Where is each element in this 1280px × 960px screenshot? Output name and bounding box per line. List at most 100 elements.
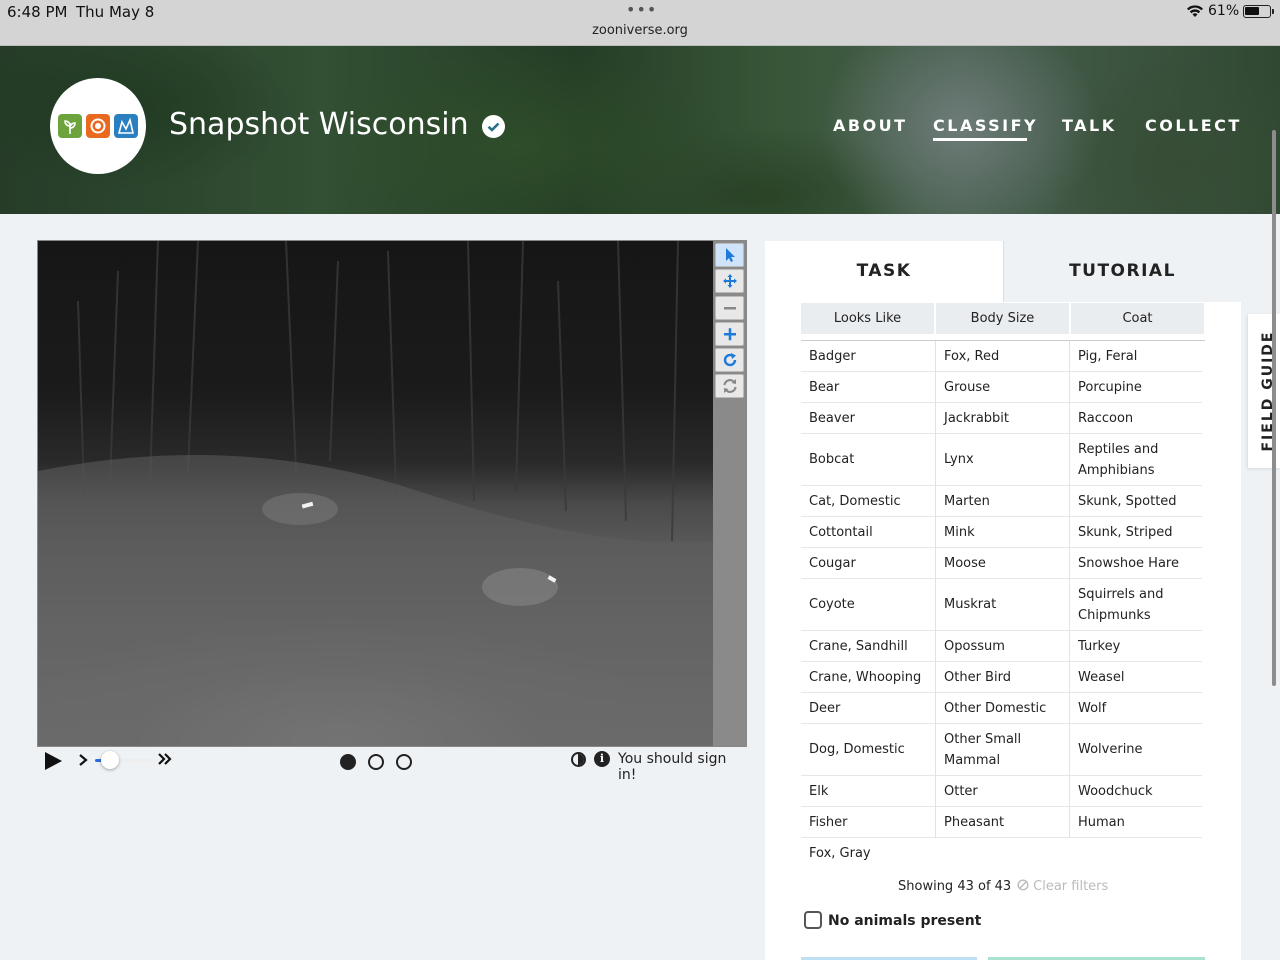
choice-fisher[interactable]: Fisher (801, 807, 935, 838)
choice-label: Otter (944, 783, 978, 799)
choice-fox-red[interactable]: Fox, Red (936, 341, 1069, 372)
project-logo[interactable] (50, 78, 146, 174)
choice-opossum[interactable]: Opossum (936, 631, 1069, 662)
contrast-icon[interactable] (571, 752, 586, 767)
choice-pig-feral[interactable]: Pig, Feral (1070, 341, 1202, 372)
choice-label: Pheasant (944, 814, 1005, 830)
choice-other-small-mammal[interactable]: Other Small Mammal (936, 724, 1069, 776)
no-animals-label[interactable]: No animals present (828, 913, 981, 929)
camera-trap-photo[interactable] (38, 241, 713, 746)
viewer-toolbar (713, 241, 746, 746)
choice-reptiles-and-amphibians[interactable]: Reptiles and Amphibians (1070, 434, 1202, 486)
page-scrollbar[interactable] (1272, 130, 1276, 686)
choice-human[interactable]: Human (1070, 807, 1202, 838)
frame-dot-2[interactable] (368, 754, 384, 770)
choice-pheasant[interactable]: Pheasant (936, 807, 1069, 838)
choice-porcupine[interactable]: Porcupine (1070, 372, 1202, 403)
choice-column-1: Badger Bear Beaver Bobcat Cat, Domestic Cotto… (801, 341, 935, 869)
choice-raccoon[interactable]: Raccoon (1070, 403, 1202, 434)
fast-forward-icon[interactable] (157, 751, 173, 767)
choice-moose[interactable]: Moose (936, 548, 1069, 579)
choice-label: Jackrabbit (944, 410, 1009, 426)
choice-label: Crane, Whooping (809, 669, 922, 685)
choice-lynx[interactable]: Lynx (936, 434, 1069, 486)
logo-plant-icon (58, 114, 82, 138)
logo-water-icon (114, 114, 138, 138)
play-icon[interactable] (43, 751, 63, 771)
choice-skunk-spotted[interactable]: Skunk, Spotted (1070, 486, 1202, 517)
no-animals-checkbox[interactable] (804, 911, 822, 929)
nav-collect[interactable]: COLLECT (1145, 116, 1242, 135)
choice-elk[interactable]: Elk (801, 776, 935, 807)
wifi-icon (1187, 5, 1203, 17)
choice-label: Moose (944, 555, 986, 571)
tab-tutorial[interactable]: TUTORIAL (1003, 241, 1241, 302)
choice-coyote[interactable]: Coyote (801, 579, 935, 631)
zoom-in-tool[interactable] (715, 322, 744, 346)
ios-status-bar: 6:48 PM Thu May 8 ••• zooniverse.org 61% (0, 0, 1280, 46)
choice-other-bird[interactable]: Other Bird (936, 662, 1069, 693)
choice-dog-domestic[interactable]: Dog, Domestic (801, 724, 935, 776)
subject-viewer (37, 240, 747, 747)
choice-squirrels-and-chipmunks[interactable]: Squirrels and Chipmunks (1070, 579, 1202, 631)
choice-cat-domestic[interactable]: Cat, Domestic (801, 486, 935, 517)
filter-coat[interactable]: Coat (1071, 303, 1204, 334)
choice-label: Squirrels and Chipmunks (1078, 586, 1164, 623)
choice-deer[interactable]: Deer (801, 693, 935, 724)
choice-cottontail[interactable]: Cottontail (801, 517, 935, 548)
choice-otter[interactable]: Otter (936, 776, 1069, 807)
status-time: 6:48 PM (7, 3, 68, 21)
rotate-tool[interactable] (715, 348, 744, 372)
nav-talk[interactable]: TALK (1062, 116, 1117, 135)
clear-filter-icon (1017, 879, 1029, 891)
nav-about[interactable]: ABOUT (833, 116, 908, 135)
pan-tool[interactable] (715, 269, 744, 293)
choice-bobcat[interactable]: Bobcat (801, 434, 935, 486)
frame-dot-3[interactable] (396, 754, 412, 770)
choice-label: Fisher (809, 814, 848, 830)
choice-crane-sandhill[interactable]: Crane, Sandhill (801, 631, 935, 662)
multitasking-dots-icon[interactable]: ••• (626, 0, 657, 19)
choice-bear[interactable]: Bear (801, 372, 935, 403)
filter-looks-like[interactable]: Looks Like (801, 303, 934, 334)
playback-speed-knob[interactable] (101, 751, 119, 769)
choice-crane-whooping[interactable]: Crane, Whooping (801, 662, 935, 693)
choice-beaver[interactable]: Beaver (801, 403, 935, 434)
choice-column-3: Pig, Feral Porcupine Raccoon Reptiles and A… (1069, 341, 1203, 838)
choice-fox-gray[interactable]: Fox, Gray (801, 838, 935, 869)
battery-percent: 61% (1208, 3, 1240, 19)
choice-turkey[interactable]: Turkey (1070, 631, 1202, 662)
reset-tool[interactable] (715, 374, 744, 398)
choice-skunk-striped[interactable]: Skunk, Striped (1070, 517, 1202, 548)
zoom-out-tool[interactable] (715, 296, 744, 320)
choice-badger[interactable]: Badger (801, 341, 935, 372)
choice-label: Other Bird (944, 669, 1011, 685)
tab-task[interactable]: TASK (765, 241, 1003, 302)
filter-body-size[interactable]: Body Size (936, 303, 1069, 334)
choice-jackrabbit[interactable]: Jackrabbit (936, 403, 1069, 434)
info-icon[interactable]: i (594, 751, 610, 767)
frame-dot-1[interactable] (340, 754, 356, 770)
choice-muskrat[interactable]: Muskrat (936, 579, 1069, 631)
choice-label: Skunk, Striped (1078, 524, 1173, 540)
choice-weasel[interactable]: Weasel (1070, 662, 1202, 693)
choice-woodchuck[interactable]: Woodchuck (1070, 776, 1202, 807)
choice-marten[interactable]: Marten (936, 486, 1069, 517)
choice-cougar[interactable]: Cougar (801, 548, 935, 579)
choice-mink[interactable]: Mink (936, 517, 1069, 548)
choice-grouse[interactable]: Grouse (936, 372, 1069, 403)
step-forward-icon[interactable] (77, 752, 89, 768)
choice-label: Porcupine (1078, 379, 1142, 395)
choice-wolverine[interactable]: Wolverine (1070, 724, 1202, 776)
clear-filters-link[interactable]: Clear filters (1017, 879, 1108, 894)
choice-other-domestic[interactable]: Other Domestic (936, 693, 1069, 724)
nav-classify[interactable]: CLASSIFY (933, 116, 1038, 135)
pointer-tool[interactable] (715, 243, 744, 267)
signin-prompt[interactable]: You should sign in! (618, 751, 749, 783)
address-bar-url[interactable]: zooniverse.org (0, 23, 1280, 38)
choice-wolf[interactable]: Wolf (1070, 693, 1202, 724)
zoom-in-icon (724, 328, 736, 341)
choice-label: Mink (944, 524, 975, 540)
project-title[interactable]: Snapshot Wisconsin (169, 107, 469, 142)
choice-snowshoe-hare[interactable]: Snowshoe Hare (1070, 548, 1202, 579)
